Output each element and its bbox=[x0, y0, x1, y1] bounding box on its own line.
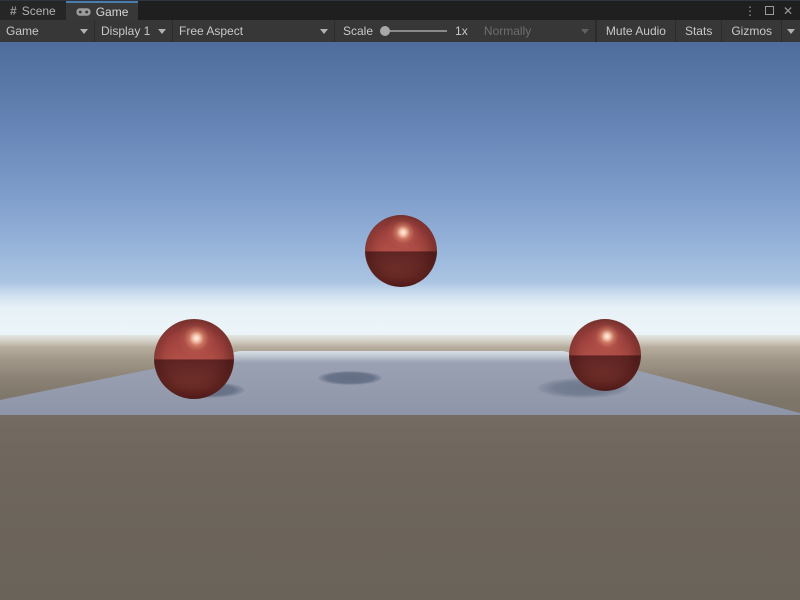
chevron-down-icon bbox=[80, 29, 88, 34]
aspect-ratio-dropdown[interactable]: Free Aspect bbox=[173, 20, 335, 42]
sphere-shadow-center bbox=[318, 371, 382, 385]
close-icon[interactable]: ✕ bbox=[783, 5, 793, 17]
aspect-ratio-value: Free Aspect bbox=[179, 24, 243, 38]
gizmos-button[interactable]: Gizmos bbox=[721, 20, 781, 42]
red-sphere-center bbox=[365, 215, 437, 287]
maximize-on-play-dropdown[interactable]: Normally bbox=[478, 20, 596, 42]
scale-label: Scale bbox=[343, 24, 373, 38]
near-ground bbox=[0, 415, 800, 600]
scale-slider-track[interactable] bbox=[381, 30, 447, 32]
mute-audio-label: Mute Audio bbox=[606, 24, 666, 38]
panel-tab-bar: # Scene Game ⋮ ✕ bbox=[0, 0, 800, 20]
chevron-down-icon bbox=[581, 29, 589, 34]
red-sphere-right bbox=[569, 319, 641, 391]
scale-slider-knob[interactable] bbox=[380, 26, 390, 36]
tab-bar-spacer bbox=[138, 1, 744, 20]
mute-audio-button[interactable]: Mute Audio bbox=[596, 20, 675, 42]
gizmos-dropdown-arrow[interactable] bbox=[781, 20, 800, 42]
stats-button[interactable]: Stats bbox=[675, 20, 721, 42]
scale-control: Scale 1x bbox=[335, 20, 476, 42]
horizon-haze bbox=[0, 282, 800, 347]
view-selector-value: Game bbox=[6, 24, 39, 38]
tab-game[interactable]: Game bbox=[66, 1, 139, 20]
tab-scene[interactable]: # Scene bbox=[0, 1, 66, 20]
panel-menu-icon[interactable]: ⋮ bbox=[744, 5, 756, 17]
scale-value: 1x bbox=[455, 24, 468, 38]
tab-scene-label: Scene bbox=[22, 4, 56, 18]
stats-label: Stats bbox=[685, 24, 712, 38]
chevron-down-icon bbox=[320, 29, 328, 34]
red-sphere-left bbox=[154, 319, 234, 399]
scale-slider[interactable] bbox=[381, 26, 447, 36]
chevron-down-icon bbox=[158, 29, 166, 34]
tab-game-label: Game bbox=[96, 5, 129, 19]
view-selector-dropdown[interactable]: Game bbox=[0, 20, 95, 42]
gamepad-icon bbox=[76, 7, 91, 17]
gizmos-label: Gizmos bbox=[731, 24, 772, 38]
display-dropdown-value: Display 1 bbox=[101, 24, 150, 38]
game-viewport[interactable] bbox=[0, 42, 800, 600]
scene-grid-icon: # bbox=[10, 4, 17, 18]
game-view-toolbar: Game Display 1 Free Aspect Scale 1x Norm… bbox=[0, 20, 800, 42]
window-controls: ⋮ ✕ bbox=[744, 1, 800, 20]
maximize-on-play-value: Normally bbox=[484, 24, 531, 38]
maximize-icon[interactable] bbox=[765, 6, 774, 15]
display-dropdown[interactable]: Display 1 bbox=[95, 20, 173, 42]
chevron-down-icon bbox=[787, 29, 795, 34]
